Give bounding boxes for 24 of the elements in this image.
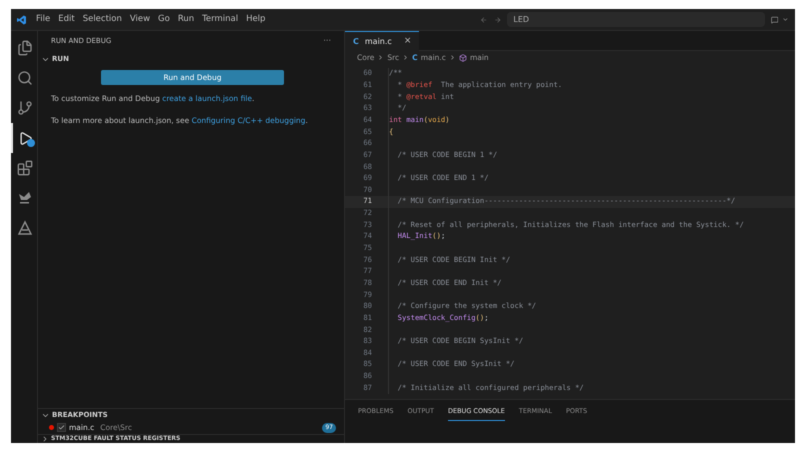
menu-item[interactable]: View xyxy=(130,13,150,26)
menu-item[interactable]: File xyxy=(36,13,50,26)
chat-icon[interactable] xyxy=(770,14,778,24)
checkbox[interactable] xyxy=(57,423,66,432)
function-icon xyxy=(458,54,467,62)
close-button[interactable]: × xyxy=(404,34,412,48)
menu-item[interactable]: Terminal xyxy=(202,13,238,26)
menu-item[interactable]: Help xyxy=(246,13,266,26)
chevron-icon xyxy=(402,54,410,61)
back-icon[interactable] xyxy=(480,14,488,24)
menu-item[interactable]: Edit xyxy=(58,13,75,26)
more-actions[interactable]: ··· xyxy=(323,35,331,47)
menu-item[interactable]: Run xyxy=(178,13,194,26)
chevron-icon[interactable] xyxy=(41,435,49,443)
chevron-icon xyxy=(448,54,456,61)
tab-label: main.c xyxy=(364,36,392,48)
app-logo-icon xyxy=(17,14,26,26)
forward-icon[interactable] xyxy=(494,14,502,24)
menu-item[interactable]: Go xyxy=(158,13,170,26)
c-file-icon: C xyxy=(353,36,359,48)
chevron-icon xyxy=(377,54,384,61)
editor-tab[interactable]: C main.c × xyxy=(345,31,420,51)
command-center[interactable]: LED xyxy=(507,12,765,27)
menu-item[interactable]: Selection xyxy=(82,13,122,26)
